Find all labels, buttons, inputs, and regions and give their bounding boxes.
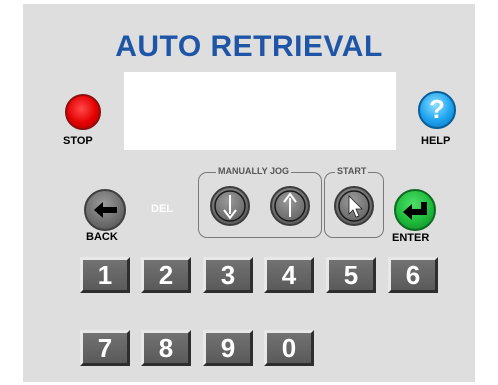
jog-down-button[interactable]	[210, 186, 250, 226]
enter-label: ENTER	[392, 232, 430, 244]
key-0[interactable]: 0	[264, 330, 314, 366]
arrow-up-icon	[274, 190, 306, 222]
stop-label: STOP	[63, 135, 93, 147]
help-icon: ?	[429, 94, 445, 124]
key-3[interactable]: 3	[203, 257, 253, 293]
display-screen	[124, 72, 396, 150]
key-2[interactable]: 2	[141, 257, 191, 293]
manual-jog-label: MANUALLY JOG	[216, 166, 292, 176]
key-7[interactable]: 7	[80, 330, 130, 366]
back-arrow-icon	[94, 202, 117, 218]
del-label: DEL	[151, 203, 173, 215]
stop-button[interactable]	[65, 94, 101, 130]
key-1[interactable]: 1	[80, 257, 130, 293]
key-5[interactable]: 5	[326, 257, 376, 293]
enter-button[interactable]	[394, 189, 436, 231]
back-label: BACK	[86, 231, 118, 243]
help-label: HELP	[421, 135, 451, 147]
arrow-down-icon	[214, 190, 246, 222]
jog-up-button[interactable]	[270, 186, 310, 226]
start-button[interactable]	[334, 186, 374, 226]
enter-arrow-icon	[403, 202, 427, 220]
cursor-icon	[338, 190, 370, 222]
help-button[interactable]: ?	[418, 91, 456, 129]
page-title: AUTO RETRIEVAL	[115, 30, 383, 63]
back-button[interactable]	[84, 189, 126, 231]
key-6[interactable]: 6	[388, 257, 438, 293]
key-4[interactable]: 4	[264, 257, 314, 293]
start-label: START	[335, 166, 369, 176]
key-9[interactable]: 9	[203, 330, 253, 366]
key-8[interactable]: 8	[141, 330, 191, 366]
